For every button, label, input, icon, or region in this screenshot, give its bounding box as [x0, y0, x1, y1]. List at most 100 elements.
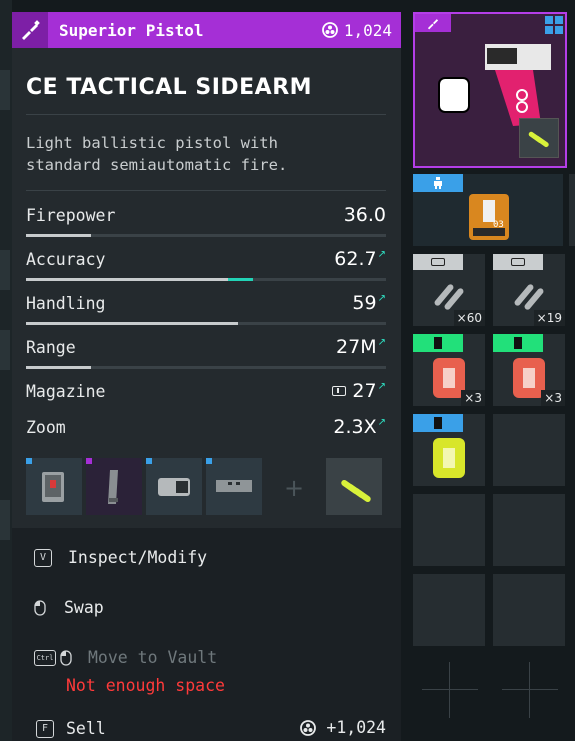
stack-count: ×3	[541, 390, 565, 406]
inspect-action[interactable]: V Inspect/Modify	[34, 548, 207, 567]
background-mark	[0, 250, 10, 290]
increase-arrow-icon: ↗	[377, 417, 386, 428]
stat-bar-fill	[26, 322, 239, 325]
muzzle-mod-icon	[216, 480, 252, 492]
mod-slot-muzzle[interactable]	[206, 458, 262, 515]
inventory-slot-empty[interactable]	[493, 414, 565, 486]
stat-label: Magazine	[26, 382, 106, 401]
stat-bar	[26, 234, 386, 237]
ammo-slot[interactable]	[326, 458, 382, 515]
inventory-slot-ammo-60[interactable]: ×60	[413, 254, 485, 326]
item-actions: V Inspect/Modify Swap Ctrl Move to Vault…	[12, 528, 401, 741]
sell-price: +1,024	[300, 718, 386, 737]
magazine-icon	[332, 386, 347, 396]
background-strip	[0, 0, 12, 741]
stat-row-handling: Handling 59 ↗	[26, 292, 386, 334]
item-price: 1,024	[321, 20, 392, 40]
figure-icon	[434, 177, 442, 189]
stat-value-text: 59	[352, 292, 377, 314]
price-value: 1,024	[343, 20, 392, 40]
mod-slot-magazine[interactable]	[86, 458, 142, 515]
inventory-slot-consumable[interactable]: ×3	[493, 334, 565, 406]
consumable-tag	[413, 334, 463, 352]
swap-action[interactable]: Swap	[34, 598, 104, 617]
inventory-slot-shield[interactable]	[413, 414, 485, 486]
left-mouse-icon	[34, 599, 46, 616]
move-to-vault-label: Move to Vault	[88, 648, 218, 667]
divider	[26, 114, 386, 115]
selected-weapon-slot[interactable]	[413, 12, 567, 168]
left-mouse-icon	[60, 649, 72, 666]
increase-arrow-icon: ↗	[377, 249, 386, 260]
increase-arrow-icon: ↗	[377, 381, 386, 392]
stat-label: Accuracy	[26, 250, 106, 269]
battery-icon	[514, 337, 522, 349]
magazine-mod-icon	[108, 470, 118, 504]
stat-bar-fill	[26, 234, 91, 237]
stat-bar-gain	[227, 278, 253, 281]
stat-bar	[26, 366, 386, 369]
mod-slot-optic[interactable]	[26, 458, 82, 515]
add-mod-icon[interactable]: +	[284, 474, 304, 502]
background-mark	[0, 500, 10, 540]
swap-label: Swap	[64, 598, 104, 617]
implant-badge: 03	[493, 220, 504, 230]
battery-icon	[434, 337, 442, 349]
stat-row-magazine: Magazine 27 ↗	[26, 380, 386, 422]
stat-value-text: 27	[352, 380, 377, 402]
divider	[26, 190, 386, 191]
stat-row-range: Range 27M ↗	[26, 336, 386, 378]
inventory-slot-empty[interactable]	[413, 494, 485, 566]
stat-value: 62.7 ↗	[334, 248, 386, 270]
stat-value-text: 62.7	[334, 248, 377, 270]
mod-slot-barrel[interactable]	[146, 458, 202, 515]
ammo-tag	[493, 254, 543, 270]
stat-value-text: 2.3X	[333, 416, 377, 438]
rarity-label: Superior Pistol	[59, 20, 204, 40]
stat-value: 27 ↗	[332, 380, 386, 402]
weapon-class-icon	[415, 14, 451, 32]
implant-icon	[469, 194, 509, 240]
stat-value: 27M ↗	[336, 336, 386, 358]
stat-row-zoom: Zoom 2.3X ↗	[26, 416, 386, 458]
credits-icon	[300, 719, 317, 736]
stat-value-text: 27M	[336, 336, 377, 358]
credits-icon	[321, 22, 338, 38]
inventory-slot-consumable[interactable]: ×3	[413, 334, 485, 406]
sell-price-value: +1,024	[326, 718, 386, 737]
increase-arrow-icon: ↗	[377, 337, 386, 348]
stat-label: Firepower	[26, 206, 116, 225]
battery-icon	[434, 417, 442, 429]
sell-action[interactable]: F Sell	[36, 719, 106, 738]
inventory-slot-partial	[569, 174, 575, 246]
stack-count: ×60	[453, 310, 485, 326]
stat-value: 36.0	[344, 204, 386, 226]
stat-label: Range	[26, 338, 76, 357]
stat-bar-fill	[26, 366, 91, 369]
stack-count: ×19	[533, 310, 565, 326]
stack-count: ×3	[461, 390, 485, 406]
inventory-slot-stim[interactable]: 03	[413, 174, 563, 246]
ammo-tag	[413, 254, 463, 270]
background-mark	[0, 70, 10, 110]
item-details: CE TACTICAL SIDEARM Light ballistic pist…	[12, 48, 401, 528]
item-description: Light ballistic pistol with standard sem…	[26, 134, 288, 174]
optic-mod-icon	[42, 472, 64, 502]
move-to-vault-action[interactable]: Ctrl Move to Vault	[34, 648, 217, 667]
key-hint-f: F	[36, 719, 54, 738]
stim-tag	[413, 174, 463, 192]
rarity-header: Superior Pistol 1,024	[12, 12, 401, 48]
stat-row-accuracy: Accuracy 62.7 ↗	[26, 248, 386, 290]
inventory-slot-empty[interactable]	[413, 574, 485, 646]
barrel-mod-icon	[158, 478, 190, 496]
stat-value: 59 ↗	[352, 292, 386, 314]
inventory-slot-empty[interactable]	[493, 574, 565, 646]
stat-bar	[26, 322, 386, 325]
shield-charge-icon	[433, 438, 465, 478]
inventory-slot-ammo-19[interactable]: ×19	[493, 254, 565, 326]
increase-arrow-icon: ↗	[377, 293, 386, 304]
inventory-slot-empty[interactable]	[493, 494, 565, 566]
key-hint-v: V	[34, 548, 52, 567]
empty-slot-plus-icon	[502, 662, 558, 718]
stat-value-text: 36.0	[343, 204, 386, 226]
